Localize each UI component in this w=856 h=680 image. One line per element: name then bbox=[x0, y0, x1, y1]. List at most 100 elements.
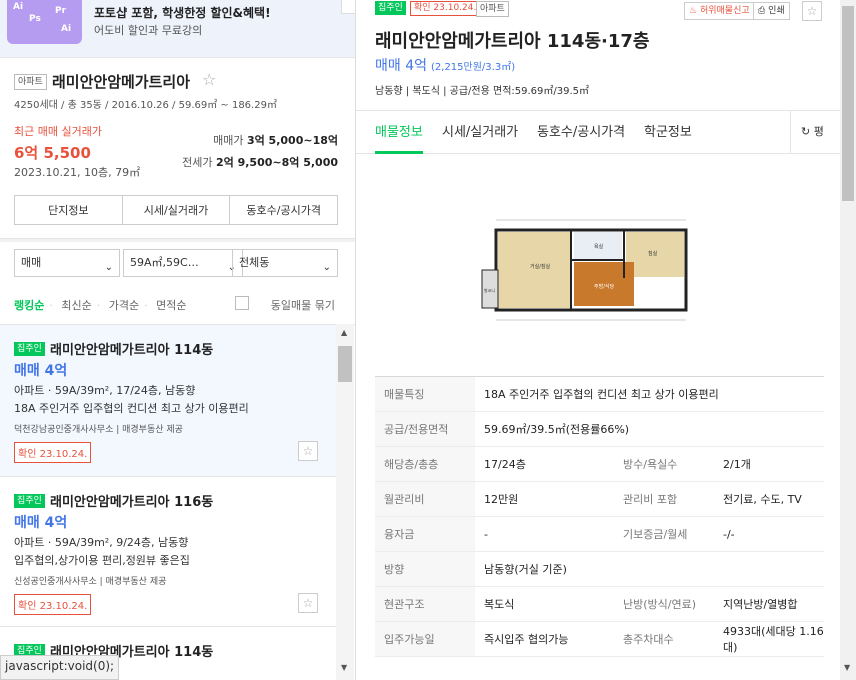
type-tag: 아파트 bbox=[476, 1, 509, 17]
trade-type-select[interactable]: 매매 ⌄ bbox=[14, 249, 120, 277]
row-value: 2/1개 bbox=[714, 446, 824, 482]
ad-thumbnail: Ai Ps Pr Ai bbox=[7, 0, 82, 44]
table-row: 공급/전용면적 59.69㎡/39.5㎡(전용률66%) bbox=[375, 411, 824, 447]
row-label: 난방(방식/연료) bbox=[614, 586, 714, 622]
row-label: 입주가능일 bbox=[375, 621, 475, 657]
detail-panel: 집주인 확인 23.10.24. 아파트 ♨ 허위매물신고 ⎙ 인쇄 ☆ 래미안… bbox=[356, 0, 856, 680]
filter-bar: 매매 ⌄ 59A㎡,59C… ⌄ 전체동 ⌄ bbox=[14, 249, 338, 277]
table-row: 해당층/총층 17/24층 방수/욕실수 2/1개 bbox=[375, 446, 824, 482]
recent-trade-date: 2023.10.21, 10층, 79㎡ bbox=[14, 166, 141, 179]
recent-trade-label: 최근 매매 실거래가 bbox=[14, 125, 102, 138]
complex-info: 4250세대 / 총 35동 / 2016.10.26 / 59.69㎡ ~ 1… bbox=[14, 100, 277, 111]
sale-price-value: 3억 5,000~18억 bbox=[246, 134, 338, 147]
list-item[interactable]: 집주인 래미안안암메가트리아 116동 매매 4억 아파트 · 59A/39m²… bbox=[0, 477, 336, 627]
row-value: 남동향(거실 기준) bbox=[475, 551, 824, 587]
sort-area[interactable]: 면적순 bbox=[156, 299, 186, 312]
sort-price[interactable]: 가격순 bbox=[109, 299, 139, 312]
group-same-checkbox[interactable] bbox=[235, 296, 249, 310]
detail-scrollbar[interactable]: ▼ bbox=[840, 0, 856, 680]
owner-badge: 집주인 bbox=[14, 342, 45, 356]
jeonse-price-label: 전세가 bbox=[182, 156, 213, 169]
detail-title: 래미안안암메가트리아 114동·17층 bbox=[375, 31, 650, 52]
area-value: 59A㎡,59C… bbox=[130, 256, 199, 269]
area-select[interactable]: 59A㎡,59C… ⌄ bbox=[123, 249, 243, 277]
favorite-star-icon[interactable]: ☆ bbox=[298, 593, 318, 613]
scroll-down-icon[interactable]: ▼ bbox=[844, 663, 850, 672]
ad-title: 포토샵 포함, 학생한정 할인&혜택! bbox=[94, 6, 271, 20]
active-tab-indicator bbox=[375, 151, 423, 154]
list-scrollbar[interactable]: ▲ ▼ bbox=[336, 324, 354, 680]
row-value: 전기료, 수도, TV bbox=[714, 481, 824, 517]
row-label: 매물특징 bbox=[375, 376, 475, 412]
listing-price: 매매 4억 bbox=[14, 363, 68, 379]
complex-summary: 아파트 래미안안암메가트리아 ☆ 4250세대 / 총 35동 / 2016.1… bbox=[0, 58, 355, 238]
price-history-button[interactable]: 시세/실거래가 bbox=[123, 196, 231, 224]
listing-agent: 덕천강남공인중개사사무소 | 매경부동산 제공 bbox=[14, 425, 183, 435]
status-bar: javascript:void(0); bbox=[0, 655, 120, 680]
dong-value: 전체동 bbox=[239, 256, 270, 269]
row-value: 지역난방/열병합 bbox=[714, 586, 824, 622]
list-item[interactable]: 집주인 래미안안암메가트리아 114동 매매 4억 아파트 · 59A/39m²… bbox=[0, 325, 336, 477]
row-value: - bbox=[475, 516, 614, 552]
trade-type-value: 매매 bbox=[21, 256, 42, 269]
row-label: 월관리비 bbox=[375, 481, 475, 517]
row-label: 현관구조 bbox=[375, 586, 475, 622]
table-row: 매물특징 18A 주인거주 입주협의 컨디션 최고 상가 이용편리 bbox=[375, 376, 824, 412]
print-button[interactable]: ⎙ 인쇄 bbox=[753, 2, 790, 20]
ad-banner[interactable]: Ai Ps Pr Ai 포토샵 포함, 학생한정 할인&혜택! 어도비 할인과 무료강… bbox=[0, 0, 355, 58]
confirm-badge: 확인 23.10.24. bbox=[14, 594, 92, 615]
print-icon: ⎙ bbox=[758, 6, 766, 16]
table-row: 방향 남동향(거실 기준) bbox=[375, 551, 824, 587]
scroll-thumb[interactable] bbox=[338, 346, 352, 382]
row-value: -/- bbox=[714, 516, 824, 552]
scroll-thumb[interactable] bbox=[842, 6, 854, 201]
listing-name: 래미안안암메가트리아 116동 bbox=[50, 495, 214, 510]
area-unit-toggle[interactable]: ↻ 평 bbox=[790, 111, 840, 153]
scroll-up-icon[interactable]: ▲ bbox=[341, 328, 347, 337]
favorite-star-icon[interactable]: ☆ bbox=[298, 441, 318, 461]
table-row: 입주가능일 즉시입주 협의가능 총주차대수 4933대(세대당 1.16대) bbox=[375, 621, 824, 657]
row-label: 총주차대수 bbox=[614, 621, 714, 657]
plan-label-kitchen: 주방/식당 bbox=[594, 283, 614, 290]
report-button[interactable]: ♨ 허위매물신고 bbox=[684, 2, 755, 20]
tab-listing-info[interactable]: 매물정보 bbox=[375, 121, 423, 140]
plan-label-bath: 욕실 bbox=[594, 243, 604, 250]
row-label: 공급/전용면적 bbox=[375, 411, 475, 447]
divider bbox=[0, 238, 355, 242]
unit-price-button[interactable]: 동호수/공시가격 bbox=[230, 196, 337, 224]
complex-info-button[interactable]: 단지정보 bbox=[15, 196, 123, 224]
summary-buttons: 단지정보 시세/실거래가 동호수/공시가격 bbox=[14, 195, 338, 225]
tab-price-history[interactable]: 시세/실거래가 bbox=[442, 121, 518, 140]
group-same-label: 동일매물 묶기 bbox=[270, 299, 335, 312]
type-tag: 아파트 bbox=[14, 74, 47, 90]
listing-spec: 아파트 · 59A/39m², 9/24층, 남동향 bbox=[14, 536, 189, 549]
listing-panel: Ai Ps Pr Ai 포토샵 포함, 학생한정 할인&혜택! 어도비 할인과 무료강… bbox=[0, 0, 356, 680]
listing-spec: 아파트 · 59A/39m², 17/24층, 남동향 bbox=[14, 384, 196, 397]
tab-unit-price[interactable]: 동호수/공시가격 bbox=[537, 121, 625, 140]
listing-price: 매매 4억 bbox=[14, 515, 68, 531]
confirm-badge: 확인 23.10.24. bbox=[410, 1, 481, 16]
confirm-badge: 확인 23.10.24. bbox=[14, 442, 92, 463]
detail-meta: 남동향 | 복도식 | 공급/전용 면적:59.69㎡/39.5㎡ bbox=[375, 86, 590, 97]
chevron-down-icon: ⌄ bbox=[322, 262, 331, 273]
owner-badge: 집주인 bbox=[375, 1, 406, 15]
scroll-down-icon[interactable]: ▼ bbox=[341, 663, 347, 672]
favorite-star-icon[interactable]: ☆ bbox=[202, 70, 216, 89]
favorite-star-icon[interactable]: ☆ bbox=[802, 1, 822, 21]
row-label: 방향 bbox=[375, 551, 475, 587]
sort-ranking[interactable]: 랭킹순 bbox=[14, 299, 44, 312]
sort-bar: 랭킹순 · 최신순 · 가격순 · 면적순 동일매물 묶기 bbox=[14, 296, 340, 313]
dong-select[interactable]: 전체동 ⌄ bbox=[232, 249, 338, 277]
chevron-down-icon: ⌄ bbox=[104, 262, 113, 273]
detail-tabs: 매물정보 시세/실거래가 동호수/공시가격 학군정보 ↻ 평 bbox=[356, 110, 840, 154]
row-label: 해당층/총층 bbox=[375, 446, 475, 482]
ad-close-button[interactable] bbox=[341, 0, 355, 14]
listing-agent: 신성공인중개사사무소 | 매경부동산 제공 bbox=[14, 577, 167, 587]
area-unit-label: 평 bbox=[813, 125, 824, 138]
row-label: 방수/욕실수 bbox=[614, 446, 714, 482]
row-label: 융자금 bbox=[375, 516, 475, 552]
print-label: 인쇄 bbox=[768, 6, 785, 16]
row-value: 12만원 bbox=[475, 481, 614, 517]
sort-latest[interactable]: 최신순 bbox=[61, 299, 91, 312]
tab-school[interactable]: 학군정보 bbox=[644, 121, 692, 140]
